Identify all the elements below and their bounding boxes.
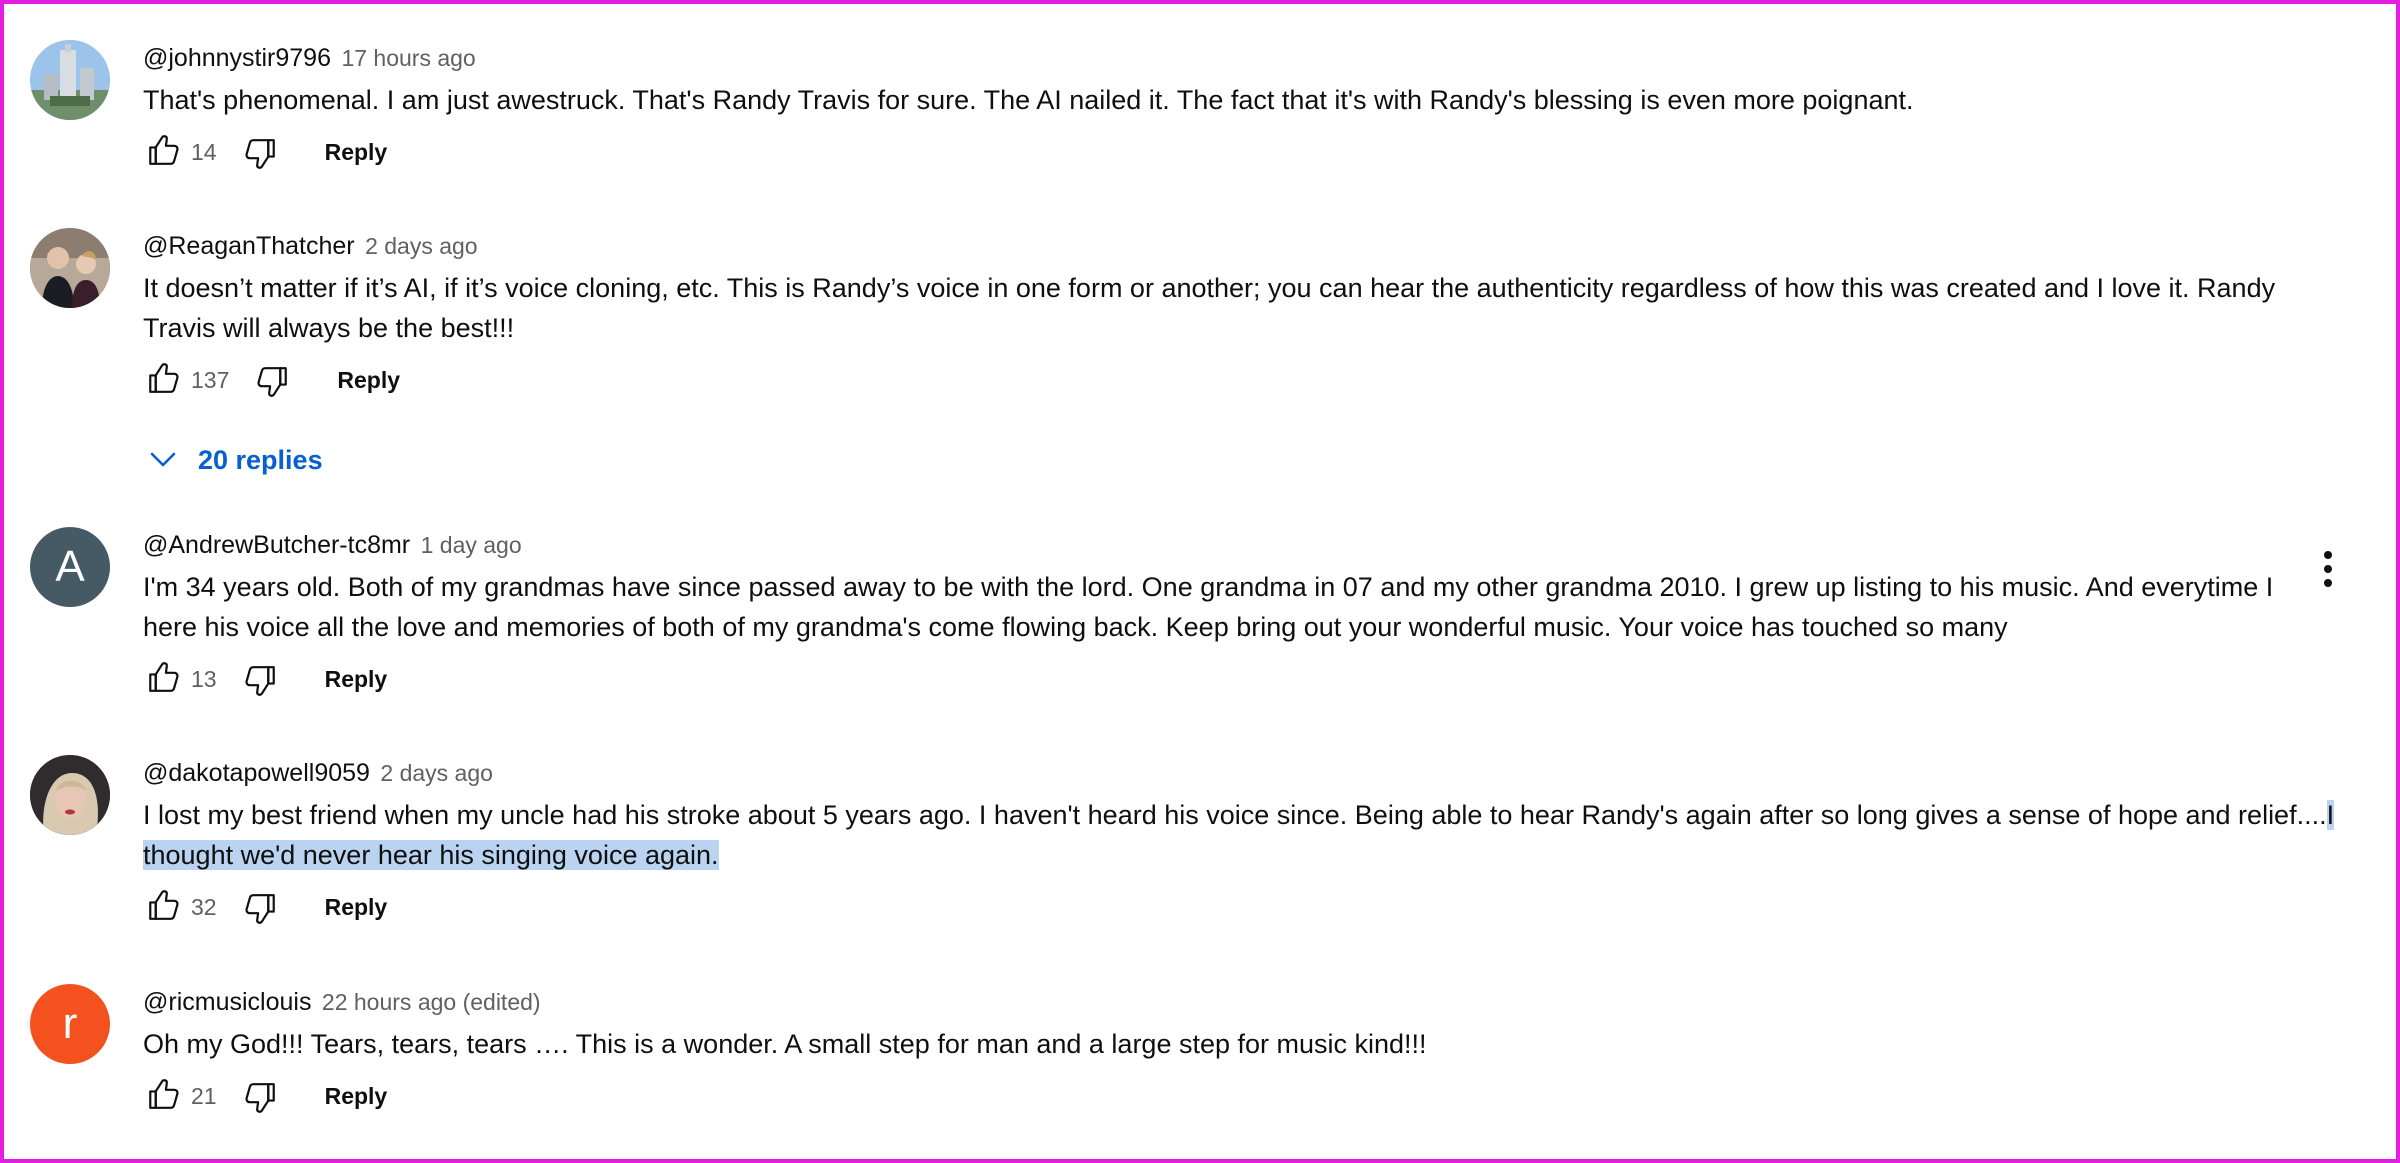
- comment-time[interactable]: 2 days ago: [380, 760, 493, 786]
- like-button[interactable]: [143, 1076, 183, 1116]
- reply-button[interactable]: Reply: [325, 666, 388, 693]
- like-button[interactable]: [143, 132, 183, 172]
- thumbs-down-icon: [257, 367, 288, 397]
- thumbs-down-icon: [245, 139, 275, 169]
- thumbs-down-icon: [245, 894, 275, 924]
- avatar[interactable]: [30, 40, 110, 120]
- woman-photo-icon: [30, 755, 110, 835]
- avatar[interactable]: [30, 755, 110, 835]
- comment-text-plain: I lost my best friend when my uncle had …: [143, 800, 2327, 830]
- comment-author[interactable]: @johnnystir9796: [143, 44, 331, 72]
- comment-actions: 32 Reply: [143, 882, 2350, 932]
- comment-actions: 14 Reply: [143, 127, 2350, 177]
- avatar[interactable]: r: [30, 984, 110, 1064]
- replies-count-label: 20 replies: [198, 444, 323, 475]
- dislike-button[interactable]: [253, 360, 293, 400]
- thumbs-down-icon: [245, 1083, 275, 1113]
- like-button[interactable]: [143, 887, 183, 927]
- comment-author[interactable]: @dakotapowell9059: [143, 759, 370, 787]
- like-button[interactable]: [143, 360, 183, 400]
- chevron-down-icon: [150, 452, 176, 467]
- dislike-button[interactable]: [241, 132, 281, 172]
- comment-actions: 137 Reply: [143, 355, 2350, 405]
- reply-button[interactable]: Reply: [325, 894, 388, 921]
- like-count: 32: [191, 893, 217, 920]
- comment-author[interactable]: @AndrewButcher-tc8mr: [143, 531, 410, 559]
- building-photo-icon: [30, 40, 110, 120]
- like-count: 13: [191, 665, 217, 692]
- thumbs-up-icon: [149, 662, 179, 692]
- thumbs-up-icon: [149, 135, 179, 165]
- comment-text: I'm 34 years old. Both of my grandmas ha…: [143, 572, 2274, 642]
- thumbs-up-icon: [149, 1079, 179, 1109]
- reply-button[interactable]: Reply: [337, 367, 400, 394]
- view-replies-button[interactable]: 20 replies: [148, 438, 323, 482]
- comment-author[interactable]: @ReaganThatcher: [143, 232, 355, 260]
- comment-text: That's phenomenal. I am just awestruck. …: [143, 85, 1914, 115]
- avatar-letter: r: [62, 999, 78, 1048]
- like-button[interactable]: [143, 659, 183, 699]
- comment-text: I lost my best friend when my uncle had …: [143, 795, 2350, 875]
- comment-text: Oh my God!!! Tears, tears, tears …. This…: [143, 1029, 1427, 1059]
- dislike-button[interactable]: [241, 887, 281, 927]
- comment-text: It doesn’t matter if it’s AI, if it’s vo…: [143, 273, 2276, 343]
- like-count: 21: [191, 1082, 217, 1109]
- comment-actions: 13 Reply: [143, 654, 2350, 704]
- thumbs-up-icon: [149, 890, 179, 920]
- dislike-button[interactable]: [241, 659, 281, 699]
- like-count: 14: [191, 138, 217, 165]
- avatar[interactable]: A: [30, 527, 110, 607]
- two-people-photo-icon: [30, 228, 110, 308]
- comment-actions: 21 Reply: [143, 1071, 2350, 1121]
- thumbs-down-icon: [245, 666, 275, 696]
- comment-time[interactable]: 1 day ago: [421, 532, 522, 558]
- more-actions-button[interactable]: [2308, 546, 2348, 592]
- thumbs-up-icon: [149, 363, 179, 393]
- comment-time[interactable]: 17 hours ago: [341, 45, 475, 71]
- comment-time[interactable]: 22 hours ago (edited): [322, 989, 541, 1015]
- avatar[interactable]: [30, 228, 110, 308]
- like-count: 137: [191, 366, 230, 393]
- comment-time[interactable]: 2 days ago: [365, 233, 478, 259]
- reply-button[interactable]: Reply: [325, 139, 388, 166]
- avatar-letter: A: [55, 542, 85, 591]
- dislike-button[interactable]: [241, 1076, 281, 1116]
- comment-author[interactable]: @ricmusiclouis: [143, 988, 311, 1016]
- reply-button[interactable]: Reply: [325, 1083, 388, 1110]
- vertical-dots-icon: [2324, 551, 2332, 587]
